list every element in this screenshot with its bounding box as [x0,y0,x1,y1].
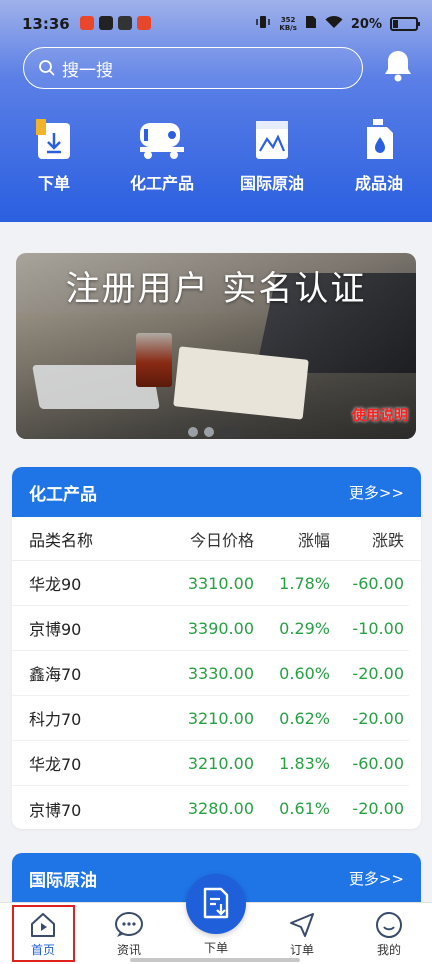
order-document-icon [203,887,229,919]
table-row[interactable]: 科力70 3210.00 0.62% -20.00 [12,696,409,741]
percent-change: 0.29% [279,618,330,638]
price-change: -20.00 [352,799,404,818]
search-placeholder: 搜一搜 [62,60,113,81]
table-row[interactable]: 鑫海70 3330.00 0.60% -20.00 [12,651,409,696]
chat-bubble-icon [99,909,159,941]
more-link[interactable]: 更多>> [349,868,404,889]
battery-percent: 20% [350,16,382,32]
price-change: -60.00 [352,573,404,593]
percent-change: 1.78% [279,573,330,593]
price: 3210.00 [187,708,254,728]
wifi-icon [325,15,343,33]
card-title: 国际原油 [29,870,97,891]
banner-title: 注册用户 实名认证 [65,269,367,309]
carousel-dot[interactable] [188,427,198,437]
quick-action-label: 成品油 [354,174,403,193]
network-speed: 352 KB/s [279,16,297,32]
card-header: 化工产品 更多>> [12,467,421,517]
table-row[interactable]: 京博90 3390.00 0.29% -10.00 [12,606,409,651]
product-name: 京博70 [29,800,82,820]
nav-label: 资讯 [116,943,141,957]
smile-icon [359,909,419,941]
carousel-dot[interactable] [204,427,214,437]
column-header: 涨幅 [297,530,330,550]
price-change: -60.00 [352,753,404,773]
price: 3310.00 [187,573,254,593]
carousel-dot-active[interactable] [220,427,242,437]
table-row[interactable]: 华龙90 3310.00 1.78% -60.00 [12,561,409,606]
search-input[interactable]: 搜一搜 [23,47,363,89]
send-icon [272,909,332,941]
column-header: 品类名称 [29,530,94,550]
nav-label: 我的 [376,943,401,957]
home-indicator [130,958,300,962]
selected-tab-highlight [12,905,75,962]
battery-icon [390,17,420,31]
banner-cup-shape [136,333,172,387]
vibrate-icon [255,15,271,33]
carousel-indicator [188,427,242,437]
order-fab-button[interactable] [186,874,246,934]
price-change: -20.00 [352,663,404,683]
product-name: 华龙70 [29,755,82,774]
app-notification-icon [137,16,151,30]
app-notification-icon [99,16,113,30]
quick-action-refined[interactable]: 成品油 [329,118,429,194]
quick-action-label: 下单 [37,174,70,193]
header: 13:36 352 KB/s 20% 搜一搜 下单 化工产品 国际原油 成品油 [0,0,432,222]
percent-change: 1.83% [279,753,330,773]
sim-icon [305,15,317,33]
price: 3390.00 [187,618,254,638]
table-row[interactable]: 华龙70 3210.00 1.83% -60.00 [12,741,409,786]
status-right: 352 KB/s 20% [255,15,420,33]
price: 3280.00 [187,799,254,818]
price-change: -10.00 [352,618,404,638]
price: 3210.00 [187,753,254,773]
card-title: 化工产品 [29,484,97,505]
promo-banner[interactable]: 注册用户 实名认证 使用说明 [16,253,416,439]
banner-guide-link[interactable]: 使用说明 [352,405,408,425]
more-link[interactable]: 更多>> [349,482,404,503]
app-notification-icon [80,16,94,30]
chemical-price-card: 化工产品 更多>> 品类名称 今日价格 涨幅 涨跌 华龙90 3310.00 1… [12,467,421,829]
quick-action-label: 化工产品 [129,174,194,193]
app-notification-icon [118,16,132,30]
product-name: 京博90 [29,620,82,639]
status-bar: 13:36 352 KB/s 20% [0,10,432,40]
oil-chart-icon [222,118,322,162]
nav-label: 下单 [203,941,228,955]
bell-icon[interactable] [380,48,416,84]
price-change: -20.00 [352,708,404,728]
product-name: 科力70 [29,710,82,729]
percent-change: 0.62% [279,708,330,728]
search-icon [39,60,55,76]
tanker-truck-icon [112,118,212,162]
table-row[interactable]: 京博70 3280.00 0.61% -20.00 [12,786,409,829]
oil-can-icon [329,118,429,162]
quick-action-chemical[interactable]: 化工产品 [112,118,212,194]
order-document-icon [4,118,104,162]
quick-action-crude[interactable]: 国际原油 [222,118,322,194]
percent-change: 0.60% [279,663,330,683]
nav-label: 订单 [289,943,314,957]
nav-news[interactable]: 资讯 [99,909,159,958]
quick-action-label: 国际原油 [239,174,304,193]
table-header: 品类名称 今日价格 涨幅 涨跌 [12,517,421,561]
nav-order[interactable]: 下单 [186,939,246,956]
notification-icons [80,16,151,30]
price: 3330.00 [187,663,254,683]
quick-action-order[interactable]: 下单 [4,118,104,194]
product-name: 鑫海70 [29,665,82,684]
status-time: 13:36 [22,15,70,33]
column-header: 今日价格 [189,530,254,550]
nav-orders[interactable]: 订单 [272,909,332,958]
column-header: 涨跌 [371,530,404,550]
percent-change: 0.61% [279,799,330,818]
nav-mine[interactable]: 我的 [359,909,419,958]
product-name: 华龙90 [29,575,82,594]
